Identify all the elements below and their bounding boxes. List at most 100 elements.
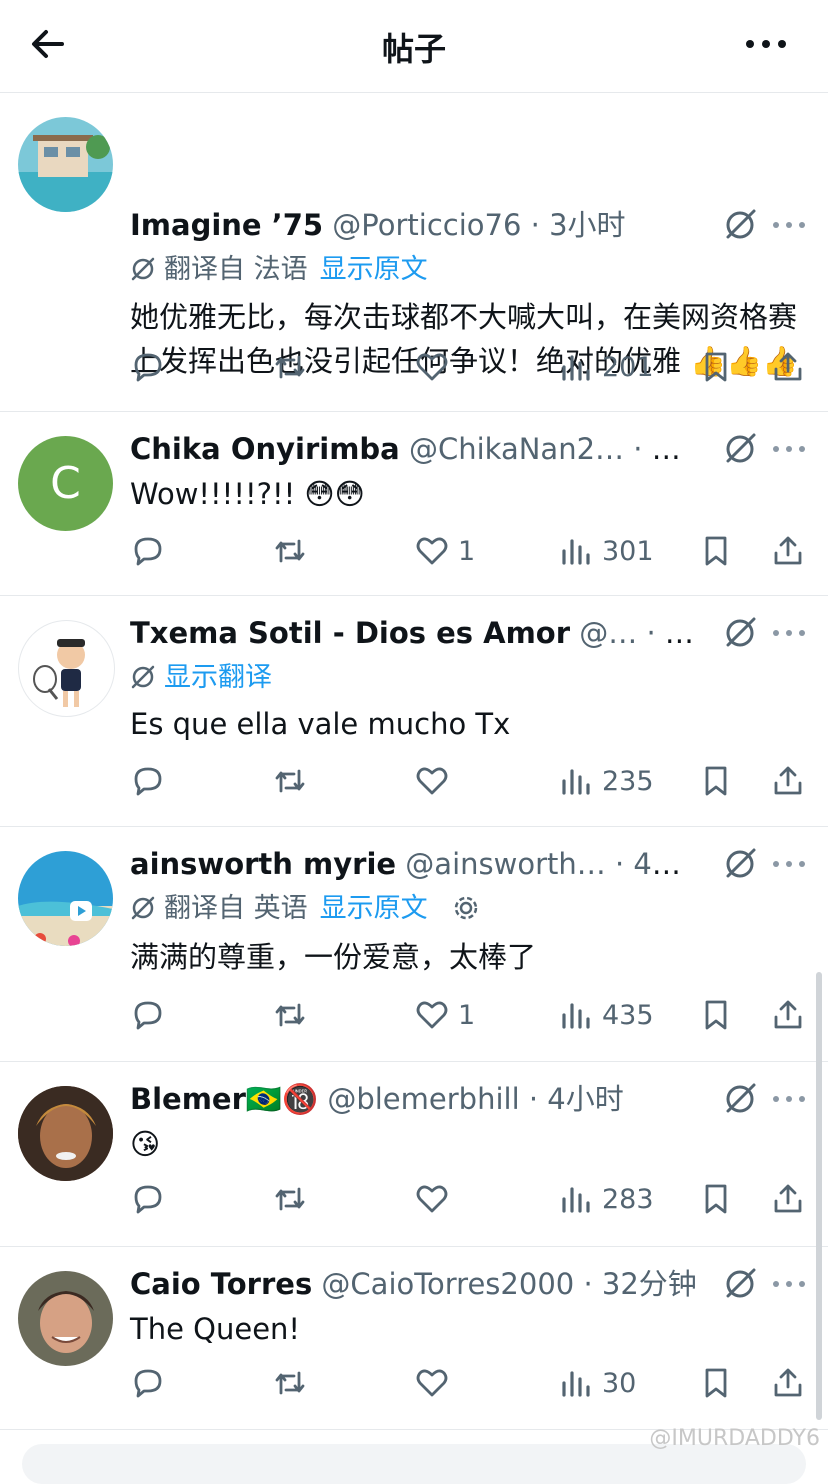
views-button[interactable]: 435 xyxy=(558,995,654,1035)
author-handle[interactable]: @ainsworth… xyxy=(405,847,605,881)
post-header-line: Blemer🇧🇷🔞 @blemerbhill · 4小时 xyxy=(130,1081,698,1117)
share-button[interactable] xyxy=(770,1179,806,1219)
retweet-button[interactable] xyxy=(272,347,308,387)
share-button[interactable] xyxy=(770,531,806,571)
retweet-button[interactable] xyxy=(272,531,308,571)
show-original-link[interactable]: 显示原文 xyxy=(320,893,428,924)
avatar[interactable] xyxy=(18,1271,113,1366)
avatar[interactable] xyxy=(18,1086,113,1181)
scrollbar[interactable] xyxy=(816,972,822,1420)
avatar[interactable] xyxy=(18,851,113,946)
like-button[interactable] xyxy=(414,347,450,387)
author-name[interactable]: ainsworth myrie xyxy=(130,847,396,881)
reply-button[interactable] xyxy=(130,531,166,571)
page-title: 帖子 xyxy=(381,30,446,68)
author-handle[interactable]: @Porticcio76 xyxy=(332,208,521,242)
bookmark-icon xyxy=(698,997,734,1033)
like-button[interactable]: 1 xyxy=(414,531,475,571)
share-button[interactable] xyxy=(770,1363,806,1403)
post-header-line: Caio Torres @CaioTorres2000 · 32分钟 xyxy=(130,1266,698,1302)
gear-icon[interactable] xyxy=(452,894,480,922)
reply-icon xyxy=(130,533,166,569)
reply-button[interactable] xyxy=(130,1179,166,1219)
mute-icon[interactable] xyxy=(722,846,758,882)
like-button[interactable]: 1 xyxy=(414,995,475,1035)
views-button[interactable]: 30 xyxy=(558,1363,636,1403)
reply-button[interactable] xyxy=(130,995,166,1035)
like-icon xyxy=(414,533,450,569)
views-count: 235 xyxy=(602,765,654,797)
views-count: 301 xyxy=(602,535,654,567)
reply-button[interactable] xyxy=(130,347,166,387)
author-name[interactable]: Txema Sotil - Dios es Amor xyxy=(130,616,570,650)
post[interactable]: Blemer🇧🇷🔞 @blemerbhill · 4小时 😘 xyxy=(0,1062,828,1247)
share-icon xyxy=(770,1365,806,1401)
share-icon xyxy=(770,763,806,799)
reply-icon xyxy=(130,349,166,385)
more-icon[interactable] xyxy=(772,628,806,638)
like-button[interactable] xyxy=(414,761,450,801)
show-original-link[interactable]: 显示原文 xyxy=(320,254,428,285)
bookmark-icon xyxy=(698,533,734,569)
views-button[interactable]: 283 xyxy=(558,1179,654,1219)
author-handle[interactable]: @blemerbhill xyxy=(327,1082,519,1116)
avatar[interactable] xyxy=(18,620,115,717)
avatar[interactable] xyxy=(18,117,113,212)
retweet-button[interactable] xyxy=(272,1179,308,1219)
share-icon xyxy=(770,533,806,569)
mute-icon[interactable] xyxy=(722,207,758,243)
views-count: 201 xyxy=(602,351,654,383)
like-icon xyxy=(414,1181,450,1217)
author-handle[interactable]: @ChikaNan2… xyxy=(409,432,624,466)
like-button[interactable] xyxy=(414,1179,450,1219)
reply-button[interactable] xyxy=(130,1363,166,1403)
more-icon[interactable] xyxy=(772,1094,806,1104)
avatar[interactable]: C xyxy=(18,436,113,531)
retweet-icon xyxy=(272,349,308,385)
top-bar: 帖子 xyxy=(0,0,828,93)
bookmark-button[interactable] xyxy=(698,761,734,801)
retweet-button[interactable] xyxy=(272,761,308,801)
views-button[interactable]: 301 xyxy=(558,531,654,571)
author-name[interactable]: Chika Onyirimba xyxy=(130,432,400,466)
translate-icon xyxy=(131,896,155,920)
views-button[interactable]: 235 xyxy=(558,761,654,801)
author-name[interactable]: Imagine ’75 xyxy=(130,208,323,242)
share-button[interactable] xyxy=(770,347,806,387)
post-time: · 4小时 xyxy=(528,1082,624,1116)
more-icon[interactable] xyxy=(772,220,806,230)
retweet-button[interactable] xyxy=(272,995,308,1035)
retweet-button[interactable] xyxy=(272,1363,308,1403)
share-button[interactable] xyxy=(770,995,806,1035)
reply-button[interactable] xyxy=(130,761,166,801)
mute-icon[interactable] xyxy=(722,1266,758,1302)
views-button[interactable]: 201 xyxy=(558,347,654,387)
share-icon xyxy=(770,1181,806,1217)
mute-icon[interactable] xyxy=(722,1081,758,1117)
like-button[interactable] xyxy=(414,1363,450,1403)
post-actions: 30 xyxy=(130,1363,810,1403)
retweet-icon xyxy=(272,1365,308,1401)
watermark: @IMURDADDY6 xyxy=(649,1426,820,1451)
author-name[interactable]: Caio Torres xyxy=(130,1267,312,1301)
show-translation-link[interactable]: 显示翻译 xyxy=(164,662,272,693)
share-button[interactable] xyxy=(770,761,806,801)
author-handle[interactable]: @CaioTorres2000 xyxy=(321,1267,574,1301)
share-icon xyxy=(770,997,806,1033)
post-actions: 201 xyxy=(130,347,810,387)
more-icon[interactable] xyxy=(772,444,806,454)
reply-icon xyxy=(130,997,166,1033)
bookmark-button[interactable] xyxy=(698,995,734,1035)
post-time: · 4小时 xyxy=(633,432,698,466)
bookmark-button[interactable] xyxy=(698,1179,734,1219)
author-handle[interactable]: @… xyxy=(579,616,637,650)
author-name[interactable]: Blemer🇧🇷🔞 xyxy=(130,1082,318,1116)
mute-icon[interactable] xyxy=(722,431,758,467)
more-icon[interactable] xyxy=(772,1279,806,1289)
mute-icon[interactable] xyxy=(722,615,758,651)
more-icon[interactable] xyxy=(772,859,806,869)
bookmark-button[interactable] xyxy=(698,1363,734,1403)
more-icon[interactable] xyxy=(744,24,788,64)
bookmark-button[interactable] xyxy=(698,347,734,387)
bookmark-button[interactable] xyxy=(698,531,734,571)
